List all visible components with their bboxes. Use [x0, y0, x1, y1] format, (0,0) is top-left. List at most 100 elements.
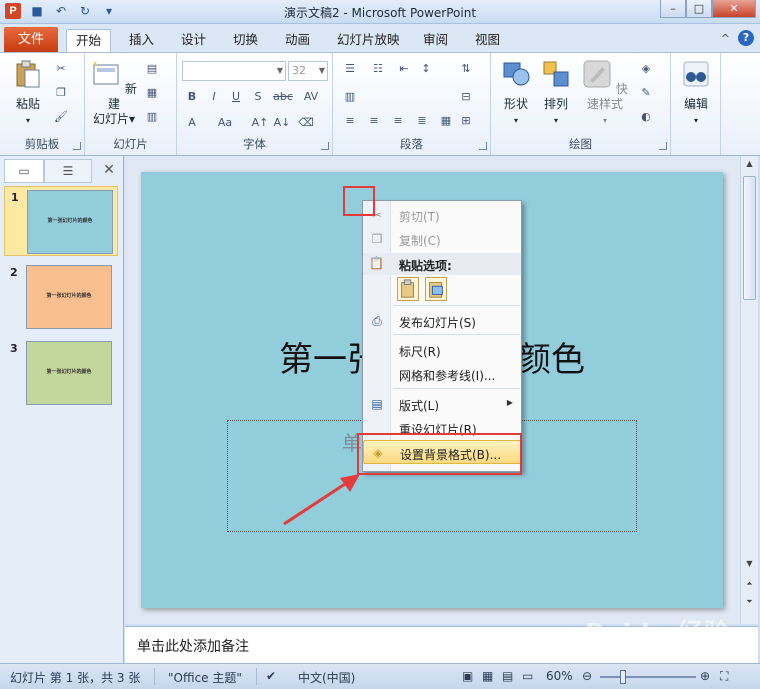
slide-thumbnail-2[interactable]: 2 第一张幻灯片的颜色: [4, 262, 118, 332]
tab-file[interactable]: 文件: [4, 27, 58, 52]
decrease-indent-icon[interactable]: ⇤: [395, 61, 413, 77]
tab-home[interactable]: 开始: [66, 29, 112, 52]
line-spacing-icon[interactable]: ↕: [417, 61, 435, 77]
paragraph-launcher[interactable]: [479, 142, 487, 150]
drawing-launcher[interactable]: [659, 142, 667, 150]
tab-slideshow[interactable]: 幻灯片放映: [328, 29, 409, 52]
group-editing: 编辑 ▾: [671, 53, 721, 155]
shapes-button[interactable]: 形状 ▾: [497, 59, 535, 128]
tab-animations[interactable]: 动画: [276, 29, 319, 52]
thumb-title: 第一张幻灯片的颜色: [46, 293, 92, 299]
next-slide-icon[interactable]: ⏷: [741, 594, 758, 610]
zoom-in-icon[interactable]: ⊕: [700, 669, 710, 683]
clipboard-launcher[interactable]: [73, 142, 81, 150]
shape-outline-icon[interactable]: ✎: [637, 85, 655, 101]
tab-slides-thumbnails[interactable]: ▭: [4, 159, 44, 183]
align-left-icon[interactable]: ≡: [341, 113, 359, 129]
section-icon[interactable]: ▥: [143, 109, 161, 125]
group-clipboard: 粘贴 ▾ ✂ ❐ 🖌 剪贴板: [0, 53, 85, 155]
strikethrough-button[interactable]: abc: [271, 89, 295, 105]
align-text-icon[interactable]: ⊟: [457, 89, 475, 105]
font-launcher[interactable]: [321, 142, 329, 150]
layout-icon[interactable]: ▤: [143, 61, 161, 77]
shrink-font-icon[interactable]: A↓: [273, 115, 291, 131]
help-icon[interactable]: ?: [738, 30, 754, 46]
justify-icon[interactable]: ≣: [413, 113, 431, 129]
menu-layout[interactable]: ▤ 版式(L) ▶: [363, 392, 521, 416]
shape-fill-icon[interactable]: ◈: [637, 61, 655, 77]
vertical-scrollbar[interactable]: ▲ ▼ ⏶ ⏷: [740, 156, 758, 624]
normal-view-icon[interactable]: ▣: [462, 669, 473, 683]
arrange-button[interactable]: 排列 ▾: [537, 59, 575, 128]
scroll-up-icon[interactable]: ▲: [741, 156, 758, 172]
format-painter-icon[interactable]: 🖌: [52, 109, 70, 125]
tab-design[interactable]: 设计: [172, 29, 215, 52]
reset-icon[interactable]: ▦: [143, 85, 161, 101]
paste-as-picture-icon[interactable]: [425, 277, 447, 301]
zoom-slider[interactable]: [600, 670, 696, 684]
thumb-title: 第一张幻灯片的颜色: [46, 369, 92, 375]
scroll-thumb[interactable]: [743, 176, 756, 300]
title-bar: P ■ ↶ ↻ ▾ 演示文稿2 - Microsoft PowerPoint –…: [0, 0, 760, 24]
italic-button[interactable]: I: [205, 89, 223, 105]
cut-icon[interactable]: ✂: [52, 61, 70, 77]
paste-button[interactable]: 粘贴 ▾: [8, 59, 48, 128]
align-right-icon[interactable]: ≡: [389, 113, 407, 129]
slideshow-view-icon[interactable]: ▭: [522, 669, 533, 683]
editing-button[interactable]: 编辑 ▾: [675, 59, 717, 128]
shadow-button[interactable]: S: [249, 89, 267, 105]
spellcheck-icon[interactable]: ✔: [266, 669, 276, 683]
close-button[interactable]: ✕: [712, 0, 756, 18]
text-direction-icon[interactable]: ⇅: [457, 61, 475, 77]
slide-thumbnail-1[interactable]: 1 第一张幻灯片的颜色: [4, 186, 118, 256]
change-case-button[interactable]: Aa: [213, 115, 237, 131]
zoom-slider-thumb[interactable]: [620, 670, 626, 684]
smartart-icon[interactable]: ⊞: [457, 113, 475, 129]
theme-status[interactable]: "Office 主题": [168, 669, 242, 686]
text-effects-button[interactable]: A: [183, 115, 201, 131]
font-size-combo[interactable]: 32 ▼: [288, 61, 328, 81]
slide-thumbnail-3[interactable]: 3 第一张幻灯片的颜色: [4, 338, 118, 408]
menu-cut[interactable]: ✂ 剪切(T): [363, 203, 521, 227]
reading-view-icon[interactable]: ▤: [502, 669, 513, 683]
binoculars-icon: [683, 61, 709, 87]
fit-slide-icon[interactable]: ⛶: [720, 669, 728, 684]
language-status[interactable]: 中文(中国): [298, 669, 355, 686]
zoom-out-icon[interactable]: ⊖: [582, 669, 592, 683]
close-panel-icon[interactable]: ✕: [96, 159, 122, 183]
clear-format-icon[interactable]: ⌫: [297, 115, 315, 131]
paste-use-destination-theme-icon[interactable]: [397, 277, 419, 301]
columns-icon[interactable]: ▥: [341, 89, 359, 105]
align-center-icon[interactable]: ≡: [365, 113, 383, 129]
numbering-icon[interactable]: ☷: [369, 61, 387, 77]
tab-insert[interactable]: 插入: [120, 29, 163, 52]
font-name-combo[interactable]: ▼: [182, 61, 286, 81]
bold-button[interactable]: B: [183, 89, 201, 105]
underline-button[interactable]: U: [227, 89, 245, 105]
scroll-down-icon[interactable]: ▼: [741, 556, 758, 572]
tab-outline[interactable]: ☰: [44, 159, 92, 183]
distribute-icon[interactable]: ▦: [437, 113, 455, 129]
maximize-button[interactable]: □: [686, 0, 712, 18]
tab-view[interactable]: 视图: [466, 29, 509, 52]
tab-review[interactable]: 审阅: [414, 29, 457, 52]
zoom-level[interactable]: 60%: [546, 669, 573, 683]
group-drawing: 形状 ▾ 排列 ▾ 快速样式 ▾ ◈ ✎ ◐ 绘图: [491, 53, 671, 155]
slide-thumb-image: 第一张幻灯片的颜色: [26, 341, 112, 405]
menu-copy[interactable]: ❐ 复制(C): [363, 227, 521, 251]
quick-styles-button[interactable]: 快速样式 ▾: [577, 59, 633, 128]
copy-icon[interactable]: ❐: [52, 85, 70, 101]
menu-ruler[interactable]: 标尺(R): [363, 338, 521, 362]
ribbon-collapse-icon[interactable]: ^: [721, 32, 730, 45]
menu-grid-guides[interactable]: 网格和参考线(I)...: [363, 362, 521, 386]
sorter-view-icon[interactable]: ▦: [482, 669, 493, 683]
prev-slide-icon[interactable]: ⏶: [741, 576, 758, 592]
menu-publish-slides[interactable]: ⎙ 发布幻灯片(S): [363, 309, 521, 333]
grow-font-icon[interactable]: A↑: [251, 115, 269, 131]
new-slide-button[interactable]: 新建 幻灯片▾: [90, 59, 138, 127]
tab-transitions[interactable]: 切换: [224, 29, 267, 52]
bullets-icon[interactable]: ☰: [341, 61, 359, 77]
shape-effects-icon[interactable]: ◐: [637, 109, 655, 125]
char-spacing-button[interactable]: AV: [299, 89, 323, 105]
minimize-button[interactable]: –: [660, 0, 686, 18]
